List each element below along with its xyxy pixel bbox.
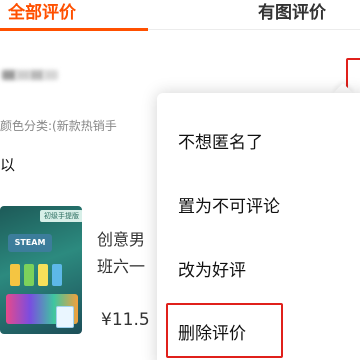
review-options-menu: 不想匿名了 置为不可评论 改为好评 删除评价: [157, 93, 360, 360]
menu-item-change-to-positive[interactable]: 改为好评: [178, 259, 246, 283]
review-tabs: 全部评价 有图评价: [0, 0, 360, 31]
blurred-username: [2, 70, 16, 80]
blurred-username: [16, 70, 30, 80]
menu-item-delete-review[interactable]: 删除评价: [178, 322, 246, 346]
tab-all-reviews[interactable]: 全部评价: [8, 0, 76, 26]
menu-item-unanonymize[interactable]: 不想匿名了: [178, 131, 263, 155]
active-tab-indicator: [0, 28, 148, 31]
beaker-icon: [56, 306, 74, 328]
test-tube-icon: [10, 264, 20, 286]
sku-label: 颜色分类:(新款热销手: [0, 119, 117, 133]
product-image-logo: STEAM: [8, 234, 52, 252]
test-tube-icon: [24, 264, 34, 286]
tab-with-pictures[interactable]: 有图评价: [258, 0, 326, 26]
blurred-username: [44, 70, 58, 80]
test-tube-icon: [52, 264, 62, 286]
product-image[interactable]: 初级手提版 STEAM: [0, 206, 82, 334]
review-text: 以: [0, 156, 16, 174]
product-title-line1[interactable]: 创意男: [97, 226, 145, 250]
test-tube-icon: [38, 264, 48, 286]
product-price: ¥11.5: [101, 310, 150, 330]
product-image-tag: 初级手提版: [40, 210, 82, 222]
blurred-username: [30, 70, 44, 80]
product-title-line2[interactable]: 班六一: [97, 253, 145, 277]
menu-item-disable-comments[interactable]: 置为不可评论: [178, 195, 280, 219]
